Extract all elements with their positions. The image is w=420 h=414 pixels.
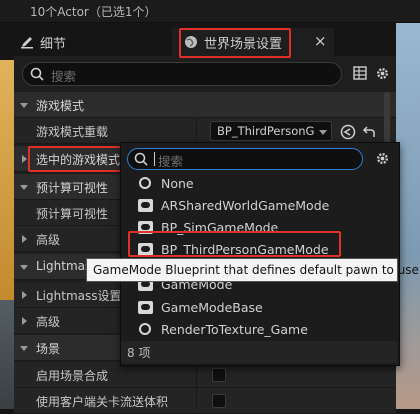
details-icon [21, 37, 33, 49]
search-placeholder: 搜索 [51, 69, 77, 84]
chevron-down-icon [319, 130, 327, 135]
category-game-mode[interactable]: 游戏模式 [14, 92, 396, 118]
tooltip: GameMode Blueprint that defines default … [86, 258, 420, 282]
advanced-2-label: 高级 [36, 315, 61, 329]
search-icon [134, 152, 148, 166]
outliner-status: 10个Actor（已选1个） [30, 5, 157, 19]
category-game-mode-label: 游戏模式 [36, 99, 85, 113]
enable-scene-composition-label: 启用场景合成 [36, 369, 109, 383]
dropdown-item-render-to-texture[interactable]: RenderToTexture_Game [121, 318, 397, 340]
search-input[interactable]: 搜索 [22, 62, 342, 86]
browse-icon[interactable] [340, 124, 356, 140]
row-client-level-streaming: 使用客户端关卡流送体积 [14, 388, 396, 414]
dropdown-search-placeholder: 搜索 [158, 154, 184, 169]
dropdown-search-input[interactable]: 搜索 [127, 148, 363, 170]
chevron-right-icon [22, 155, 27, 163]
chevron-right-icon [22, 291, 27, 299]
close-tab-icon[interactable]: × [314, 32, 327, 50]
enable-scene-composition-checkbox[interactable] [212, 368, 226, 382]
item-label: ARSharedWorldGameMode [161, 197, 330, 213]
item-count: 8 项 [127, 346, 151, 360]
highlight-bp-thirdperson [128, 231, 341, 257]
advanced-1-label: 高级 [36, 233, 61, 247]
item-label: None [161, 175, 194, 191]
tooltip-text: GameMode Blueprint that defines default … [93, 263, 420, 277]
chevron-down-icon [20, 103, 28, 108]
game-mode-override-label: 游戏模式重载 [36, 125, 109, 139]
chevron-right-icon [22, 317, 27, 325]
client-level-streaming-label: 使用客户端关卡流送体积 [36, 395, 169, 409]
reset-arrow-icon[interactable] [362, 125, 376, 139]
table-view-icon[interactable] [353, 66, 367, 80]
settings-gear-icon[interactable] [375, 66, 390, 81]
highlight-tab [179, 28, 291, 58]
chevron-down-icon [20, 346, 28, 351]
scene-label: 场景 [36, 342, 61, 356]
precomputed-visibility-sub-label: 预计算可视性 [36, 207, 109, 221]
circle-icon [139, 177, 151, 189]
tab-details[interactable]: 细节 [20, 29, 66, 55]
lightmass-settings-label: Lightmass设置 [36, 289, 122, 303]
chevron-down-icon [20, 185, 28, 190]
precomputed-visibility-label: 预计算可视性 [36, 181, 109, 195]
viewport-left-strip [0, 60, 14, 300]
chevron-right-icon [22, 235, 27, 243]
row-game-mode-override: 游戏模式重载 BP_ThirdPersonG [14, 118, 396, 144]
outliner-footer: 10个Actor（已选1个） [0, 0, 420, 23]
client-level-streaming-checkbox[interactable] [212, 394, 226, 408]
text-cursor [154, 152, 155, 166]
dropdown-footer: 8 项 [121, 341, 397, 363]
dropdown-item-gamemodebase[interactable]: GameModeBase [121, 296, 397, 318]
chevron-down-icon [20, 265, 28, 270]
highlight-selected-game-mode [28, 146, 123, 172]
circle-icon [139, 323, 151, 335]
dropdown-item-none[interactable]: None [121, 172, 397, 194]
item-label: GameModeBase [161, 299, 263, 315]
settings-gear-icon[interactable] [375, 151, 390, 166]
gamepad-icon [138, 300, 153, 314]
game-mode-override-select[interactable]: BP_ThirdPersonG [210, 121, 332, 141]
item-label: RenderToTexture_Game [161, 321, 308, 337]
game-mode-override-value: BP_ThirdPersonG [217, 124, 315, 138]
search-icon [30, 67, 44, 81]
dropdown-item-arshared[interactable]: ARSharedWorldGameMode [121, 194, 397, 216]
gamepad-icon [138, 198, 153, 212]
tab-details-label: 细节 [40, 36, 67, 52]
